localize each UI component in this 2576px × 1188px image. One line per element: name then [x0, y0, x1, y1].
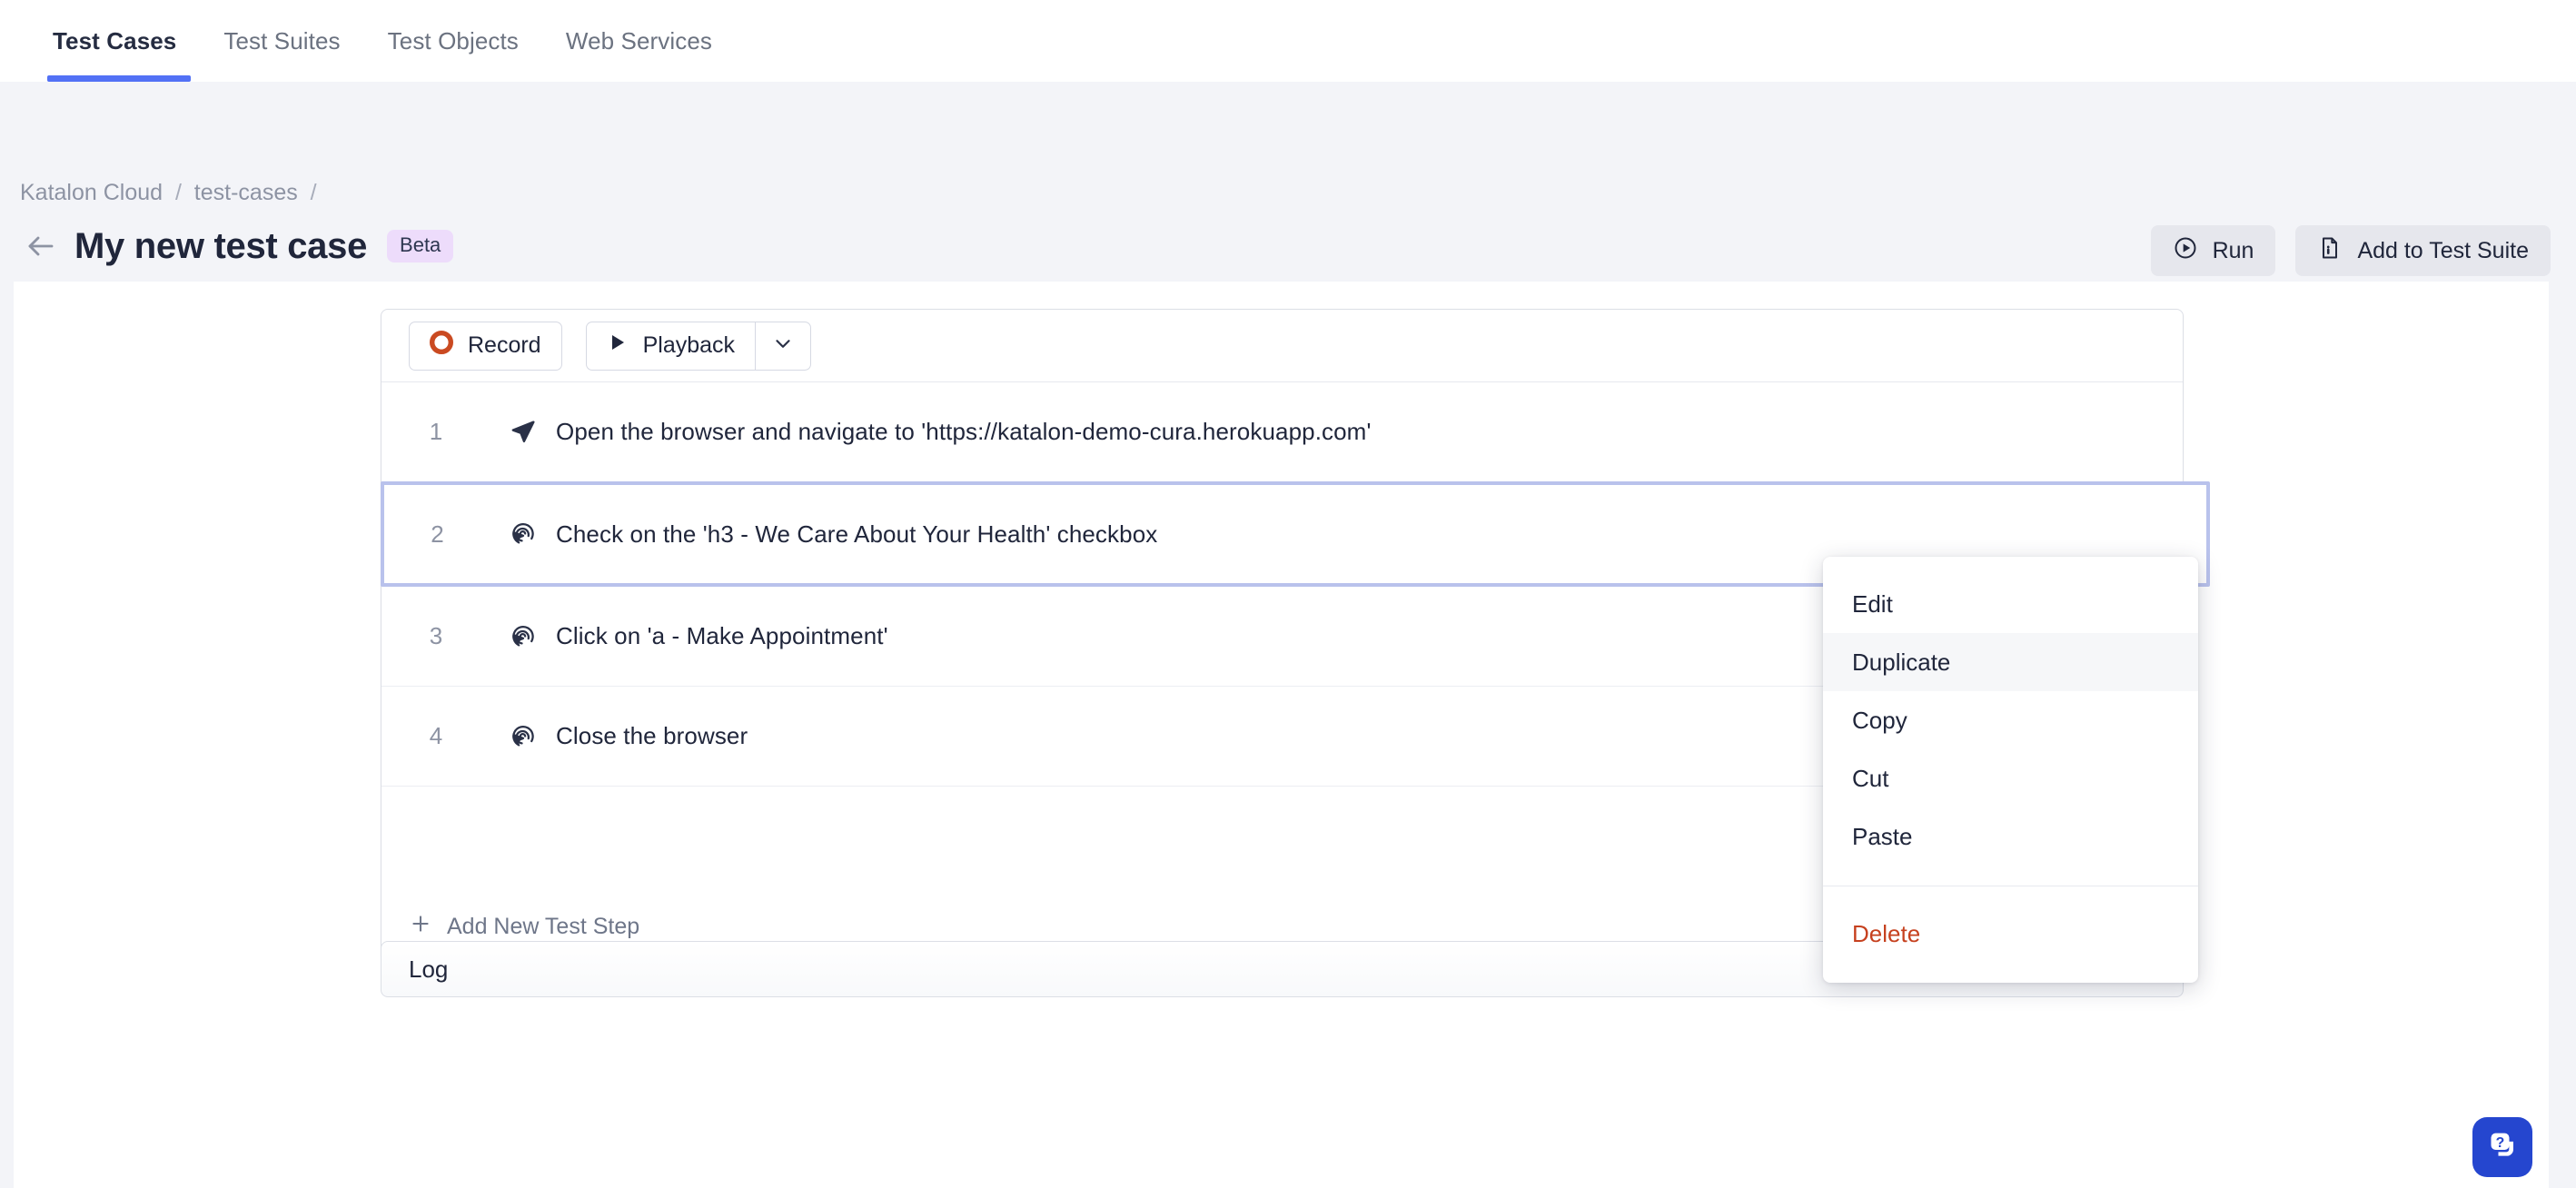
- step-number: 2: [431, 520, 444, 548]
- tab-label: Test Objects: [387, 26, 519, 54]
- step-number: 1: [429, 418, 443, 445]
- context-menu-label: Edit: [1852, 589, 1893, 618]
- context-menu-item-edit[interactable]: Edit: [1823, 575, 2198, 633]
- add-to-test-suite-label: Add to Test Suite: [2357, 237, 2529, 263]
- tab-web-services[interactable]: Web Services: [542, 0, 736, 82]
- context-menu-item-copy[interactable]: Copy: [1823, 691, 2198, 749]
- tab-label: Web Services: [565, 26, 713, 54]
- breadcrumb: Katalon Cloud / test-cases /: [20, 180, 323, 206]
- breadcrumb-item-katalon-cloud[interactable]: Katalon Cloud: [20, 180, 163, 206]
- context-menu-item-duplicate[interactable]: Duplicate: [1823, 633, 2198, 691]
- breadcrumb-separator: /: [163, 180, 194, 205]
- title-row: My new test case Beta: [20, 225, 454, 267]
- run-button-label: Run: [2212, 237, 2254, 263]
- context-menu-item-cut[interactable]: Cut: [1823, 749, 2198, 807]
- content-surface: Record Playback 1 Open the browser and n…: [14, 282, 2549, 1188]
- chevron-down-icon: [771, 332, 795, 360]
- help-chat-icon: ?: [2484, 1127, 2521, 1168]
- log-panel-label: Log: [409, 955, 449, 983]
- tab-test-objects[interactable]: Test Objects: [364, 0, 542, 82]
- tab-label: Test Suites: [223, 26, 341, 54]
- playback-split-button: Playback: [585, 321, 812, 371]
- breadcrumb-item-test-cases[interactable]: test-cases: [194, 180, 298, 206]
- context-menu-label: Duplicate: [1852, 648, 1951, 676]
- help-chat-button[interactable]: ?: [2472, 1117, 2532, 1177]
- tab-test-suites[interactable]: Test Suites: [200, 0, 363, 82]
- run-button[interactable]: Run: [2150, 225, 2276, 276]
- record-dot-icon: [430, 331, 453, 361]
- step-description: Open the browser and navigate to 'https:…: [556, 418, 1372, 445]
- main-tabs: Test Cases Test Suites Test Objects Web …: [0, 0, 736, 82]
- record-button[interactable]: Record: [409, 321, 562, 371]
- context-menu-label: Cut: [1852, 764, 1889, 792]
- record-button-label: Record: [468, 332, 541, 358]
- editor-toolbar: Record Playback: [381, 310, 2183, 382]
- play-triangle-icon: [607, 332, 629, 360]
- plus-icon: [409, 912, 432, 942]
- playback-button-label: Playback: [642, 332, 736, 358]
- status-badge-beta: Beta: [387, 230, 454, 262]
- step-description: Close the browser: [556, 722, 748, 749]
- tab-test-cases[interactable]: Test Cases: [38, 0, 200, 82]
- context-menu-label: Copy: [1852, 706, 1907, 734]
- page-header: Katalon Cloud / test-cases / My new test…: [0, 82, 2576, 316]
- step-description: Check on the 'h3 - We Care About Your He…: [556, 520, 1158, 548]
- step-number: 4: [429, 722, 443, 749]
- add-new-test-step-label: Add New Test Step: [447, 913, 640, 939]
- playback-button[interactable]: Playback: [585, 321, 756, 371]
- step-context-menu: Edit Duplicate Copy Cut Paste Delete: [1823, 557, 2198, 983]
- play-circle-icon: [2173, 235, 2198, 267]
- tab-label: Test Cases: [53, 26, 177, 54]
- playback-options-caret[interactable]: [755, 321, 812, 371]
- header-actions: Run Add to Test Suite: [2150, 225, 2551, 276]
- context-menu-item-delete[interactable]: Delete: [1823, 905, 2198, 963]
- context-menu-label: Paste: [1852, 822, 1913, 850]
- arrow-left-icon[interactable]: [20, 225, 62, 267]
- add-to-test-suite-button[interactable]: Add to Test Suite: [2295, 225, 2551, 276]
- svg-text:?: ?: [2496, 1135, 2505, 1151]
- page-title: My new test case: [74, 225, 368, 266]
- table-row[interactable]: 1 Open the browser and navigate to 'http…: [381, 382, 2183, 482]
- click-target-icon: [490, 722, 556, 751]
- step-description: Click on 'a - Make Appointment': [556, 622, 888, 649]
- context-menu-item-paste[interactable]: Paste: [1823, 807, 2198, 866]
- breadcrumb-separator: /: [297, 180, 323, 205]
- top-navigation-bar: Test Cases Test Suites Test Objects Web …: [0, 0, 2576, 82]
- navigate-arrow-icon: [490, 418, 556, 447]
- click-target-icon: [490, 622, 556, 651]
- document-icon: [2317, 235, 2343, 267]
- click-target-icon: [490, 520, 556, 549]
- step-number: 3: [429, 622, 443, 649]
- context-menu-label: Delete: [1852, 919, 1921, 947]
